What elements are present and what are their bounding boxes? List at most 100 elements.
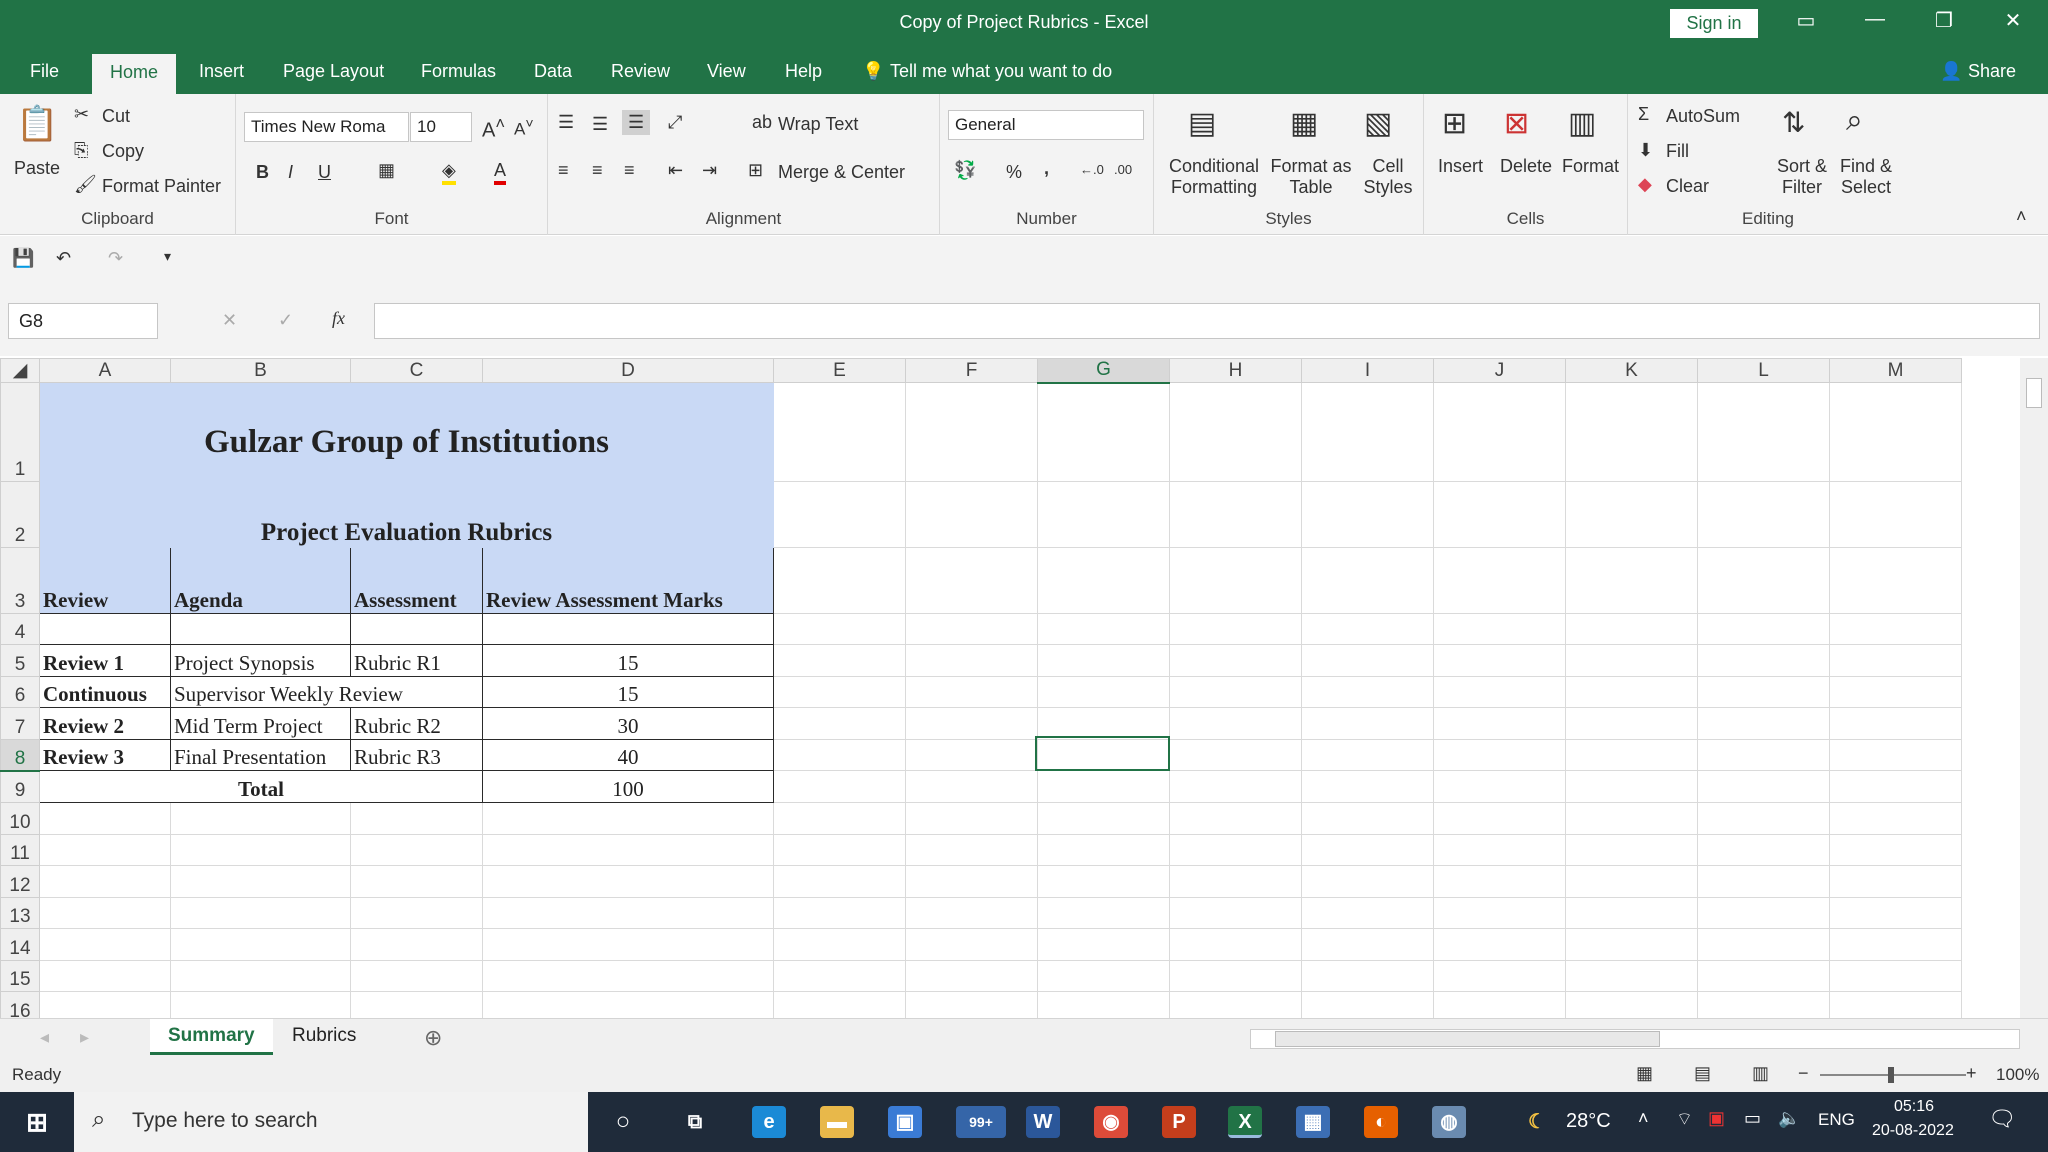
- scroll-thumb[interactable]: [2026, 378, 2042, 408]
- col-header[interactable]: H: [1169, 358, 1302, 383]
- firefox-icon[interactable]: ◐: [1364, 1106, 1398, 1138]
- total-value[interactable]: 100: [482, 770, 774, 803]
- clear-button[interactable]: Clear: [1666, 176, 1709, 197]
- row-header[interactable]: 16: [0, 991, 40, 1018]
- selected-cell-g8[interactable]: [1035, 736, 1170, 771]
- format-cells-button[interactable]: Format: [1562, 156, 1619, 177]
- copy-button[interactable]: Copy: [102, 141, 144, 162]
- col-header[interactable]: C: [350, 358, 483, 383]
- close-icon[interactable]: ✕: [1993, 8, 2033, 33]
- cell[interactable]: Final Presentation: [170, 739, 351, 771]
- row-header[interactable]: 5: [0, 644, 40, 677]
- notifications-icon[interactable]: 🗨: [1988, 1106, 2016, 1132]
- align-middle-icon[interactable]: ☰: [592, 114, 608, 135]
- font-name-select[interactable]: Times New Roma: [244, 112, 409, 142]
- orientation-icon[interactable]: ⤢: [668, 112, 682, 133]
- zoom-out-icon[interactable]: −: [1798, 1063, 1809, 1084]
- find-select-button[interactable]: Find & Select: [1834, 156, 1898, 198]
- tab-home[interactable]: Home: [92, 54, 177, 94]
- align-right-icon[interactable]: ≡: [624, 160, 635, 181]
- store-icon[interactable]: ▣: [888, 1106, 922, 1138]
- minimize-icon[interactable]: —: [1855, 8, 1895, 31]
- cut-button[interactable]: Cut: [102, 106, 130, 127]
- wrap-text-button[interactable]: Wrap Text: [778, 114, 858, 135]
- row-header[interactable]: 6: [0, 676, 40, 708]
- font-size-select[interactable]: 10: [410, 112, 472, 142]
- font-color-icon[interactable]: A: [494, 160, 507, 185]
- row-header[interactable]: 7: [0, 707, 40, 740]
- row-header[interactable]: 10: [0, 802, 40, 835]
- cell[interactable]: Rubric R3: [350, 739, 483, 771]
- cell[interactable]: 15: [482, 644, 774, 677]
- paste-button[interactable]: Paste: [14, 158, 60, 179]
- accounting-icon[interactable]: 💱: [954, 160, 976, 181]
- row-header[interactable]: 13: [0, 897, 40, 929]
- redo-icon[interactable]: ↷: [108, 248, 123, 269]
- cell[interactable]: Continuous: [39, 676, 171, 708]
- edge-icon[interactable]: e: [752, 1106, 786, 1138]
- page-break-view-icon[interactable]: ▥: [1752, 1063, 1769, 1084]
- header-cell[interactable]: Assessment: [350, 547, 483, 614]
- cell[interactable]: Review 3: [39, 739, 171, 771]
- tab-view[interactable]: View: [707, 61, 746, 82]
- header-cell[interactable]: Review Assessment Marks: [482, 547, 774, 614]
- comma-button[interactable]: ,: [1044, 158, 1049, 179]
- row-header[interactable]: 1: [0, 382, 40, 482]
- col-header[interactable]: K: [1565, 358, 1698, 383]
- formula-input[interactable]: [374, 303, 2040, 339]
- tab-file[interactable]: File: [30, 61, 59, 82]
- volume-icon[interactable]: 🔈: [1778, 1108, 1800, 1129]
- bold-button[interactable]: B: [256, 162, 269, 183]
- battery-icon[interactable]: ▭: [1744, 1108, 1761, 1129]
- calculator-icon[interactable]: ▦: [1296, 1106, 1330, 1138]
- cortana-icon[interactable]: ○: [606, 1106, 640, 1138]
- enter-icon[interactable]: ✓: [278, 310, 293, 331]
- app-icon[interactable]: ◍: [1432, 1106, 1466, 1138]
- zoom-in-icon[interactable]: +: [1966, 1063, 1977, 1084]
- col-header[interactable]: D: [482, 358, 774, 383]
- sheet-subtitle[interactable]: Project Evaluation Rubrics: [39, 481, 774, 548]
- cell[interactable]: Review 2: [39, 707, 171, 740]
- tab-help[interactable]: Help: [785, 61, 822, 82]
- align-bottom-icon[interactable]: ☰: [622, 110, 651, 135]
- excel-icon[interactable]: X: [1228, 1106, 1262, 1138]
- taskbar-search[interactable]: ⌕ Type here to search: [74, 1092, 588, 1152]
- horizontal-scrollbar[interactable]: [1250, 1029, 2020, 1049]
- row-header[interactable]: 2: [0, 481, 40, 548]
- task-view-icon[interactable]: ⧉: [678, 1106, 712, 1138]
- tab-formulas[interactable]: Formulas: [421, 61, 496, 82]
- col-header[interactable]: F: [905, 358, 1038, 383]
- align-top-icon[interactable]: ☰: [558, 112, 574, 133]
- cancel-icon[interactable]: ✕: [222, 310, 237, 331]
- cell[interactable]: Review 1: [39, 644, 171, 677]
- col-header[interactable]: B: [170, 358, 351, 383]
- decrease-font-icon[interactable]: A˅: [514, 116, 534, 140]
- select-all[interactable]: ◢: [0, 358, 40, 383]
- autosum-button[interactable]: AutoSum: [1666, 106, 1740, 127]
- add-sheet-icon[interactable]: ⊕: [424, 1025, 442, 1051]
- increase-font-icon[interactable]: A˄: [482, 114, 505, 143]
- row-header[interactable]: 8: [0, 739, 40, 772]
- chrome-icon[interactable]: ◉: [1094, 1106, 1128, 1138]
- wifi-icon[interactable]: ⌔: [1676, 1108, 1693, 1131]
- cell[interactable]: Mid Term Project: [170, 707, 351, 740]
- zoom-slider[interactable]: [1820, 1067, 1966, 1083]
- customize-qat-icon[interactable]: ▾: [164, 248, 171, 265]
- normal-view-icon[interactable]: ▦: [1636, 1063, 1653, 1084]
- align-left-icon[interactable]: ≡: [558, 160, 569, 181]
- zoom-level[interactable]: 100%: [1996, 1065, 2039, 1085]
- cell[interactable]: [482, 613, 774, 645]
- decrease-indent-icon[interactable]: ⇤: [668, 160, 683, 181]
- delete-cells-button[interactable]: Delete: [1500, 156, 1552, 177]
- decrease-decimal-icon[interactable]: .00: [1114, 162, 1132, 177]
- tab-data[interactable]: Data: [534, 61, 572, 82]
- col-header[interactable]: I: [1301, 358, 1434, 383]
- col-header[interactable]: G: [1037, 358, 1170, 384]
- cell-styles-button[interactable]: Cell Styles: [1358, 156, 1418, 198]
- align-center-icon[interactable]: ≡: [592, 160, 603, 181]
- sheet-title[interactable]: Gulzar Group of Institutions: [39, 382, 774, 482]
- worksheet-grid[interactable]: ◢ ABCDEFGHIJKLM 1 Gulzar Group of Instit…: [0, 358, 2020, 1018]
- mail-icon[interactable]: 99+: [956, 1106, 1006, 1138]
- number-format-select[interactable]: General: [948, 110, 1144, 140]
- row-header[interactable]: 14: [0, 928, 40, 961]
